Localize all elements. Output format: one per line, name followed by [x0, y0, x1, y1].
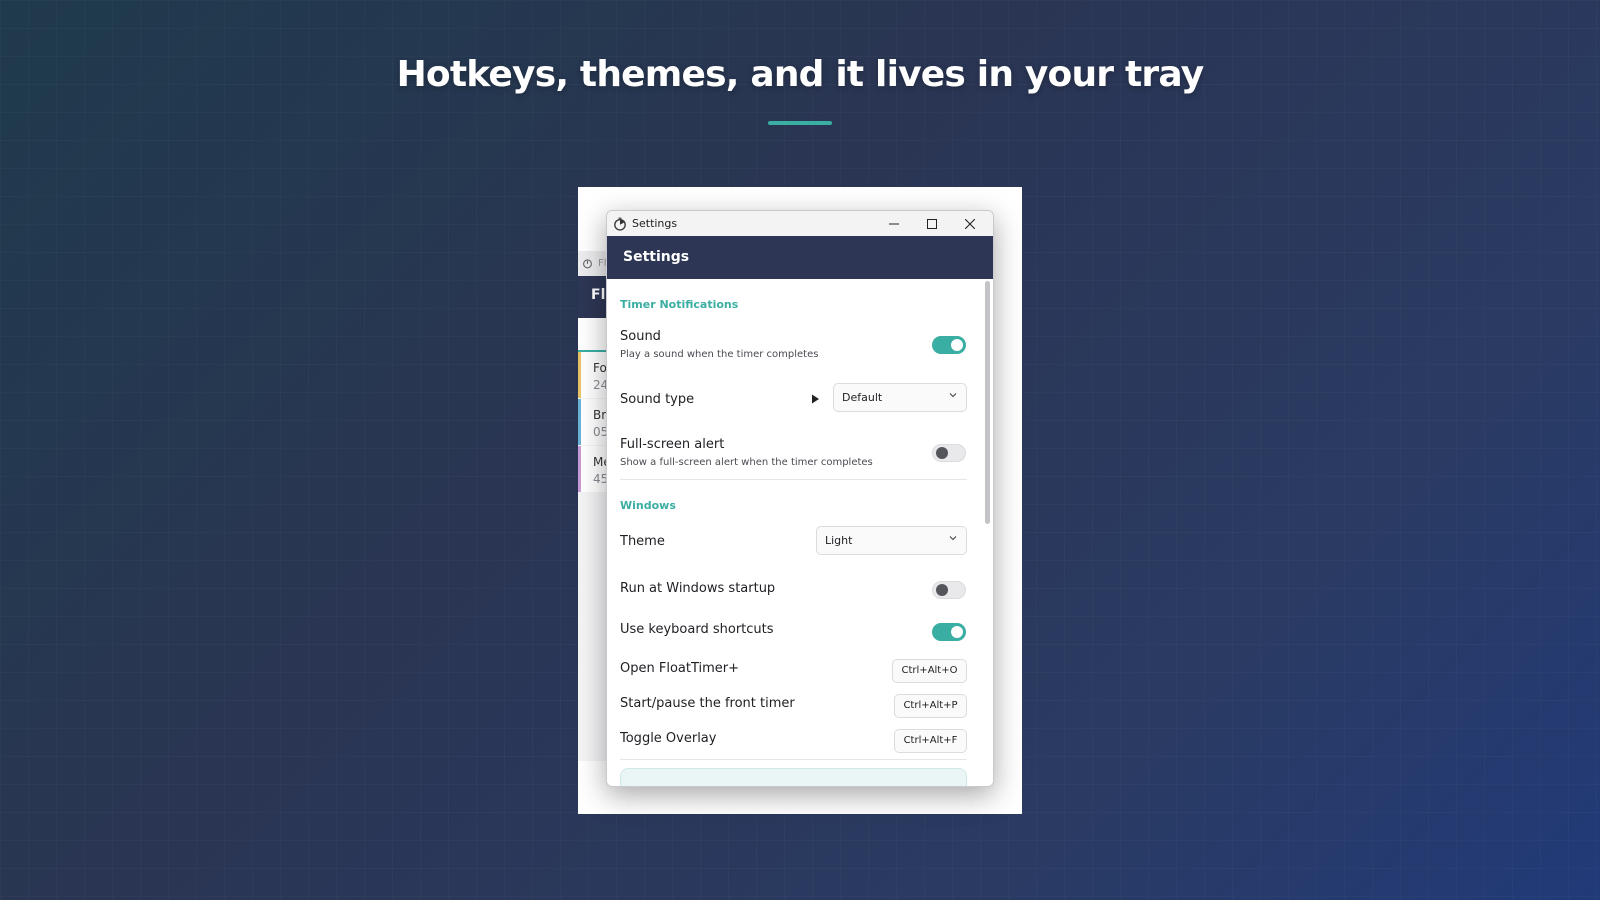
theme-select[interactable]: Light [816, 526, 967, 555]
sound-type-select[interactable]: Default [833, 383, 967, 412]
section-title-timer-notifications: Timer Notifications [620, 298, 739, 311]
theme-label: Theme [620, 534, 665, 549]
hotkey-label-start-pause: Start/pause the front timer [620, 696, 795, 711]
sound-type-label: Sound type [620, 392, 695, 407]
play-icon[interactable] [809, 393, 821, 405]
window-titlebar[interactable]: Settings [607, 211, 993, 236]
section-divider [620, 479, 967, 480]
startup-label: Run at Windows startup [620, 581, 776, 596]
fullscreen-alert-toggle[interactable] [932, 444, 966, 462]
settings-header: Settings [607, 236, 993, 279]
info-panel [620, 768, 967, 786]
shortcuts-toggle[interactable] [932, 623, 966, 641]
fullscreen-alert-description: Show a full-screen alert when the timer … [620, 457, 873, 468]
window-title: Settings [632, 217, 678, 230]
sound-description: Play a sound when the timer completes [620, 349, 819, 360]
hotkey-start-pause-button[interactable]: Ctrl+Alt+P [894, 694, 967, 718]
sound-toggle[interactable] [932, 336, 966, 354]
theme-value: Light [825, 534, 853, 547]
settings-content: Timer Notifications Sound Play a sound w… [607, 279, 993, 786]
chevron-down-icon [949, 536, 957, 541]
section-title-windows: Windows [620, 499, 676, 512]
scrollbar-thumb[interactable] [985, 281, 990, 524]
hotkey-label-overlay: Toggle Overlay [620, 731, 717, 746]
sound-type-value: Default [842, 391, 883, 404]
close-button[interactable] [951, 211, 989, 236]
headline-accent-bar [768, 121, 832, 125]
minimize-icon [889, 223, 899, 224]
timer-icon [614, 217, 626, 231]
close-icon [965, 218, 975, 229]
maximize-button[interactable] [913, 211, 951, 236]
section-divider [620, 759, 967, 760]
hotkey-label-open: Open FloatTimer+ [620, 661, 740, 676]
maximize-icon [927, 218, 937, 229]
settings-window: Settings Settings Timer Notifications So… [606, 210, 994, 787]
startup-toggle[interactable] [932, 581, 966, 599]
minimize-button[interactable] [875, 211, 913, 236]
hotkey-overlay-button[interactable]: Ctrl+Alt+F [894, 729, 967, 753]
hotkey-open-button[interactable]: Ctrl+Alt+O [892, 659, 967, 683]
page-headline: Hotkeys, themes, and it lives in your tr… [396, 54, 1205, 95]
shortcuts-label: Use keyboard shortcuts [620, 622, 774, 637]
fullscreen-alert-label: Full-screen alert [620, 437, 725, 452]
timer-icon [583, 259, 592, 269]
sound-label: Sound [620, 329, 661, 344]
chevron-down-icon [949, 393, 957, 398]
